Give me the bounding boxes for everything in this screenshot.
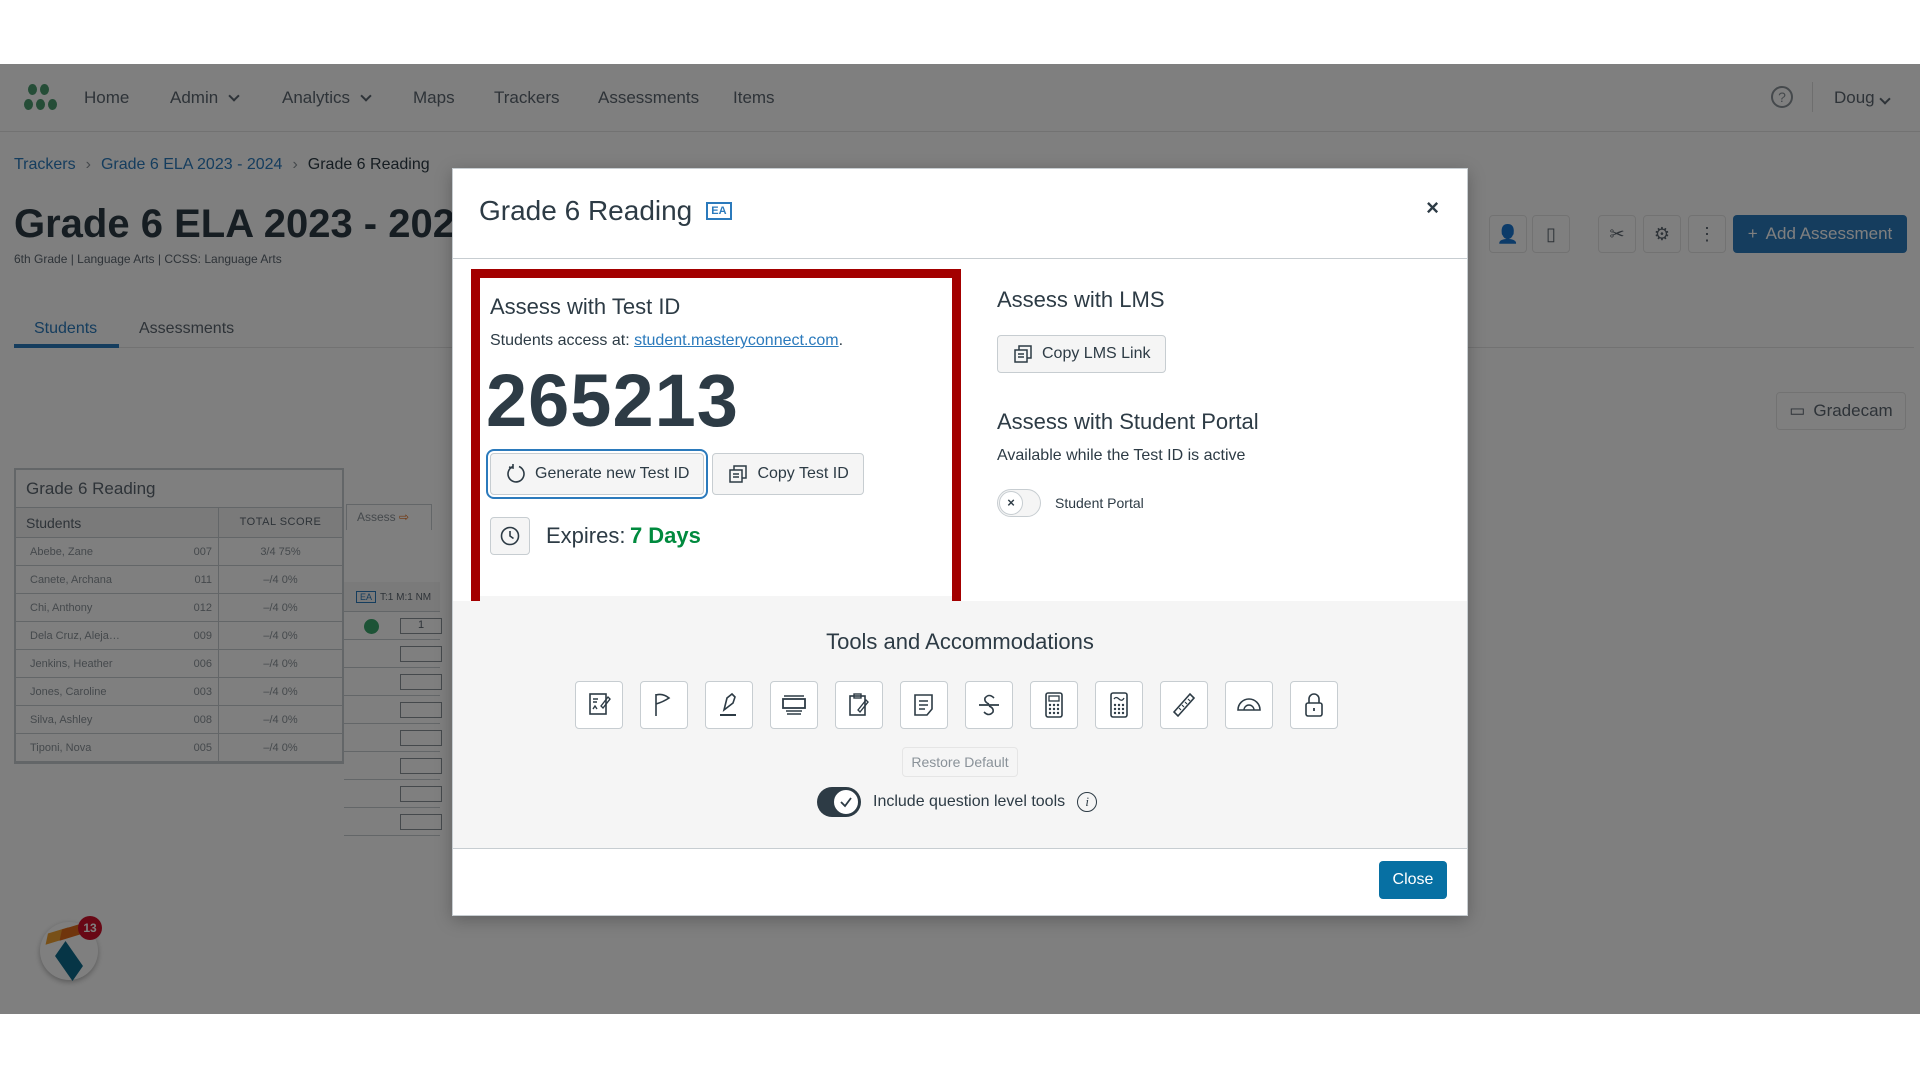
app-window: Home Admin Analytics Maps Trackers Asses…	[0, 64, 1920, 1014]
student-portal-toggle[interactable]: ×	[997, 489, 1041, 517]
clock-icon	[500, 526, 520, 546]
notepad-icon	[849, 693, 869, 716]
highlighter-icon	[720, 692, 736, 716]
ruler-icon	[1172, 692, 1196, 718]
modal-footer: Close	[453, 849, 1467, 915]
basic-calculator-tool-button[interactable]	[1030, 681, 1078, 729]
student-site-link[interactable]: student.masteryconnect.com	[634, 332, 839, 349]
refresh-icon	[507, 464, 525, 483]
scratchpad-tool-button[interactable]	[575, 681, 623, 729]
ruler-tool-button[interactable]	[1160, 681, 1208, 729]
test-id-panel: Assess with Test ID Students access at: …	[471, 269, 961, 629]
generate-test-id-label: Generate new Test ID	[535, 465, 690, 482]
copy-test-id-label: Copy Test ID	[757, 465, 849, 482]
copy-icon	[1014, 345, 1032, 363]
protractor-icon	[1237, 698, 1261, 711]
scientific-calculator-icon	[1110, 692, 1128, 718]
scientific-calculator-tool-button[interactable]	[1095, 681, 1143, 729]
copy-test-id-button[interactable]: Copy Test ID	[712, 453, 864, 495]
close-button[interactable]: Close	[1379, 861, 1447, 899]
lock-icon	[1305, 693, 1323, 717]
modal-title: Grade 6 Reading EA	[479, 195, 732, 227]
modal-header: Grade 6 Reading EA ×	[453, 169, 1467, 259]
scratchpad-icon	[589, 693, 611, 715]
ea-badge: EA	[706, 202, 732, 220]
line-reader-tool-button[interactable]	[770, 681, 818, 729]
tools-heading: Tools and Accommodations	[826, 629, 1094, 654]
flag-tool-button[interactable]	[640, 681, 688, 729]
close-icon[interactable]: ×	[1426, 195, 1439, 221]
restore-default-button[interactable]: Restore Default	[902, 747, 1018, 777]
test-id-value: 265213	[486, 359, 739, 442]
expires-value: 7 Days	[629, 523, 701, 548]
lms-heading: Assess with LMS	[997, 287, 1165, 312]
portal-heading: Assess with Student Portal	[997, 409, 1259, 434]
sticky-note-icon	[914, 694, 933, 716]
strikethrough-tool-button[interactable]	[965, 681, 1013, 729]
access-suffix: .	[838, 332, 844, 349]
info-icon[interactable]: i	[1077, 792, 1098, 812]
protractor-tool-button[interactable]	[1225, 681, 1273, 729]
lock-tool-button[interactable]	[1290, 681, 1338, 729]
modal-title-text: Grade 6 Reading	[479, 195, 693, 226]
copy-lms-link-label: Copy LMS Link	[1042, 345, 1151, 362]
access-text: Students access at: student.masteryconne…	[490, 332, 942, 350]
line-reader-icon	[782, 695, 806, 715]
strikethrough-icon	[979, 694, 999, 716]
portal-subtext: Available while the Test ID is active	[997, 447, 1246, 464]
highlighter-tool-button[interactable]	[705, 681, 753, 729]
student-portal-label: Student Portal	[1055, 495, 1144, 511]
assess-options: Assess with LMS Copy LMS Link Assess wit…	[997, 287, 1437, 517]
expiration-button[interactable]	[490, 517, 530, 555]
check-icon	[832, 788, 860, 816]
tools-row	[575, 681, 1338, 729]
generate-test-id-button[interactable]: Generate new Test ID	[485, 449, 709, 499]
copy-lms-link-button[interactable]: Copy LMS Link	[997, 335, 1166, 373]
access-prefix: Students access at:	[490, 332, 635, 349]
copy-icon	[729, 465, 748, 483]
assess-modal: Grade 6 Reading EA × Assess with Test ID…	[452, 168, 1468, 916]
sticky-note-tool-button[interactable]	[900, 681, 948, 729]
tools-section: Tools and Accommodations Restore Default…	[453, 601, 1467, 849]
flag-icon	[655, 693, 671, 716]
close-icon: ×	[999, 491, 1023, 515]
notepad-tool-button[interactable]	[835, 681, 883, 729]
question-level-tools-label: Include question level tools	[873, 793, 1066, 810]
expires-label: Expires:	[546, 523, 626, 548]
question-level-tools-toggle[interactable]	[817, 787, 861, 817]
test-id-heading: Assess with Test ID	[490, 294, 681, 319]
basic-calculator-icon	[1045, 692, 1063, 718]
